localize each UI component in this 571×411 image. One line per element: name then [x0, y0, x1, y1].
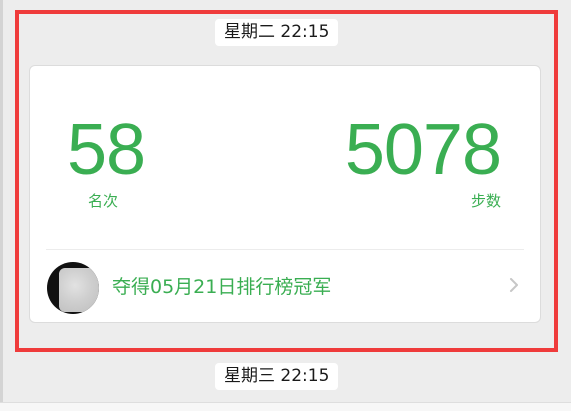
chevron-right-icon	[510, 278, 518, 292]
champion-text: 夺得05月21日排行榜冠军	[112, 276, 332, 298]
rank-label: 名次	[88, 192, 119, 210]
timestamp-bottom: 星期三 22:15	[215, 363, 339, 390]
rank-value: 58	[67, 110, 146, 190]
window-left-edge	[0, 0, 3, 410]
avatar[interactable]	[47, 262, 99, 314]
steps-value: 5078	[344, 110, 502, 190]
werun-card[interactable]: 58 名次 5078 步数 夺得05月21日排行榜冠军	[29, 65, 541, 323]
champion-row[interactable]: 夺得05月21日排行榜冠军	[30, 250, 540, 323]
avatar-blur	[59, 268, 99, 312]
steps-label: 步数	[470, 192, 501, 210]
